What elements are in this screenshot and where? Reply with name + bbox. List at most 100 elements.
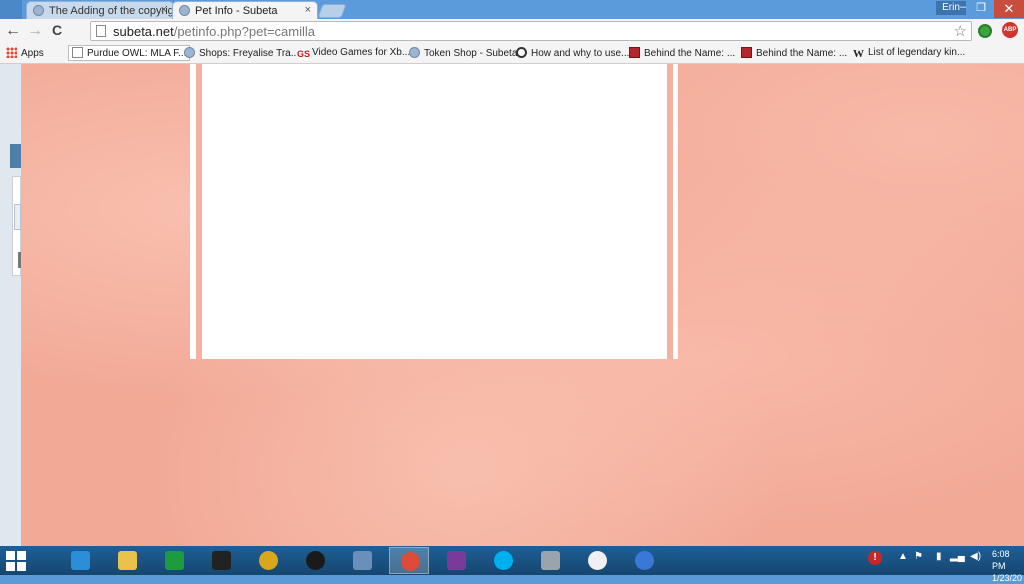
photo-app-icon [212, 551, 231, 570]
tab-adding-of-copyright[interactable]: The Adding of the copyrig × [26, 1, 174, 19]
tab-close-icon[interactable]: × [161, 4, 167, 16]
pet-info-content-panel [190, 64, 678, 359]
page-background [0, 64, 1024, 546]
volume-icon[interactable]: ◀) [970, 551, 981, 562]
panel-border-right [667, 64, 673, 359]
tab-close-icon[interactable]: × [305, 4, 311, 16]
clock-date: 1/23/20 [992, 573, 1023, 583]
subeta-favicon-icon [179, 5, 190, 16]
left-sidebar-edge [0, 64, 21, 546]
address-bar[interactable]: subeta.net/petinfo.php?pet=camilla ☆ [90, 21, 972, 41]
hp-icon [306, 551, 325, 570]
bookmark-label: Behind the Name: ... [756, 48, 848, 59]
taskbar-app-button[interactable] [436, 547, 476, 574]
action-center-flag-icon[interactable]: ⚑ [914, 551, 923, 562]
restore-button[interactable]: ❐ [972, 1, 990, 14]
taskbar-app-button[interactable] [483, 547, 523, 574]
bookmark-label: Shops: Freyalise Tra... [199, 48, 300, 59]
taskbar-app-button[interactable] [389, 547, 429, 574]
bookmark-behind-the-name-1[interactable]: Behind the Name: ... [629, 47, 735, 59]
panel-border-left [196, 64, 202, 359]
taskbar-app-button[interactable] [624, 547, 664, 574]
clock-time: 6:08 PM [992, 549, 1010, 571]
windows-logo-pane [17, 551, 26, 560]
extension-green-icon[interactable] [978, 24, 992, 38]
chrome-menu-corner[interactable] [0, 0, 22, 19]
close-window-button[interactable]: ✕ [994, 0, 1024, 18]
btn-icon [629, 47, 640, 58]
taskbar-app-button[interactable] [60, 547, 100, 574]
remote-icon [447, 551, 466, 570]
media-player-icon [259, 551, 278, 570]
keyboard-icon [541, 551, 560, 570]
bookmark-label: Purdue OWL: MLA F... [87, 48, 187, 59]
gs-icon: GS [297, 49, 311, 60]
sidebar-tab[interactable] [10, 144, 21, 168]
sidebar-widget[interactable] [14, 204, 21, 230]
wikipedia-icon: W [853, 48, 864, 60]
bookmark-star-icon[interactable]: ☆ [954, 22, 967, 40]
url-path: /petinfo.php?pet=camilla [173, 24, 316, 39]
url-host: subeta.net [113, 24, 174, 39]
bookmark-label: Apps [21, 48, 44, 59]
bookmark-freyalise[interactable]: Shops: Freyalise Tra... [184, 47, 299, 59]
forward-button[interactable]: → [26, 22, 44, 40]
bookmark-label: How and why to use... [531, 48, 630, 59]
bookmark-label: Token Shop - Subeta [424, 48, 518, 59]
store-icon [165, 551, 184, 570]
back-button[interactable]: ← [4, 22, 22, 40]
battery-icon[interactable]: ▮ [936, 551, 942, 562]
windows-logo-pane [6, 562, 15, 571]
paint-icon [353, 551, 372, 570]
taskbar-app-button[interactable] [530, 547, 570, 574]
subeta-favicon-icon [33, 5, 44, 16]
penguin-icon [588, 551, 607, 570]
subeta-icon [409, 47, 420, 58]
btn-icon [741, 47, 752, 58]
bookmark-apps[interactable]: Apps [6, 47, 44, 59]
bookmark-behind-the-name-2[interactable]: Behind the Name: ... [741, 47, 847, 59]
tab-title: The Adding of the copyrig [49, 5, 174, 17]
minimize-button[interactable]: – [954, 1, 972, 13]
notification-icon[interactable]: ! [868, 551, 882, 565]
taskbar-app-button[interactable] [154, 547, 194, 574]
new-tab-button[interactable] [317, 4, 347, 18]
taskbar-app-button[interactable] [577, 547, 617, 574]
taskbar-app-button[interactable] [201, 547, 241, 574]
reload-button[interactable]: C [48, 22, 66, 38]
taskbar-app-button[interactable] [295, 547, 335, 574]
system-clock[interactable]: 6:08 PM 1/23/20 [992, 548, 1024, 584]
file-explorer-icon [118, 551, 137, 570]
browser-toolbar: ← → C subeta.net/petinfo.php?pet=camilla… [0, 19, 1024, 44]
bookmark-label: List of legendary kin... [868, 47, 966, 58]
windows-logo-pane [6, 551, 15, 560]
download-icon [635, 551, 654, 570]
tab-pet-info[interactable]: Pet Info - Subeta × [172, 1, 318, 19]
internet-explorer-icon [71, 551, 90, 570]
taskbar-app-button[interactable] [107, 547, 147, 574]
adblock-icon[interactable]: ABP [1002, 22, 1018, 38]
face-icon [516, 47, 527, 58]
subeta-icon [184, 47, 195, 58]
windows-logo-pane [17, 562, 26, 571]
start-button[interactable] [6, 551, 26, 571]
bookmark-how-and-why[interactable]: How and why to use... [516, 47, 629, 59]
bookmark-video-games[interactable]: GS Video Games for Xb... [297, 47, 410, 60]
bookmark-purdue-owl[interactable]: Purdue OWL: MLA F... [68, 45, 191, 61]
taskbar-app-button[interactable] [342, 547, 382, 574]
bookmark-label: Video Games for Xb... [312, 47, 411, 58]
tray-expand-icon[interactable]: ▲ [898, 551, 908, 562]
taskbar-app-button[interactable] [248, 547, 288, 574]
apps-grid-icon [6, 47, 17, 58]
url-text: subeta.net/petinfo.php?pet=camilla [113, 24, 315, 39]
page-icon [72, 47, 83, 58]
bookmark-token-shop[interactable]: Token Shop - Subeta [409, 47, 517, 59]
browser-title-bar: The Adding of the copyrig × Pet Info - S… [0, 0, 1024, 19]
network-signal-icon[interactable]: ▂▄ [950, 551, 965, 562]
bookmark-label: Behind the Name: ... [644, 48, 736, 59]
sidebar-scroll[interactable] [18, 252, 21, 268]
skype-icon [494, 551, 513, 570]
page-icon [96, 25, 106, 37]
bookmark-legendary-kin[interactable]: W List of legendary kin... [853, 47, 965, 60]
tab-title: Pet Info - Subeta [195, 5, 278, 17]
